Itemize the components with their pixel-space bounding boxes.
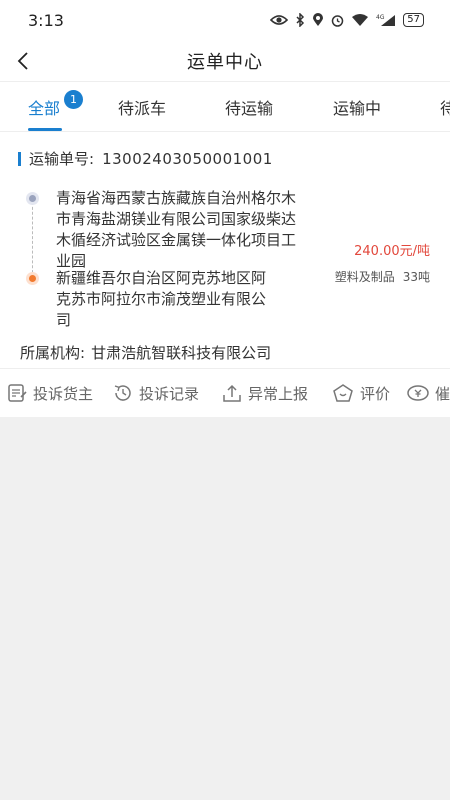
route-line xyxy=(32,202,33,278)
action-label: 投诉货主 xyxy=(33,384,94,403)
complaint-icon xyxy=(8,384,27,402)
report-exception-button[interactable]: 异常上报 xyxy=(221,382,308,404)
tab-pending-dispatch[interactable]: 待派车 xyxy=(118,82,167,131)
tab-bar: 全部 1 待派车 待运输 运输中 待 xyxy=(0,82,450,132)
freight-price: 240.00元/吨 xyxy=(354,244,430,259)
back-button[interactable] xyxy=(12,49,36,73)
destination-address: 新疆维吾尔自治区阿克苏地区阿克苏市阿拉尔市渝茂塑业有限公司 xyxy=(56,269,267,329)
signal-icon: 4G xyxy=(376,14,396,26)
wifi-icon xyxy=(352,14,369,26)
order-number-label: 运输单号: xyxy=(29,150,95,168)
nav-bar: 运单中心 xyxy=(0,40,450,82)
tab-label: 待运输 xyxy=(225,99,274,118)
tab-label: 待派车 xyxy=(118,99,167,118)
location-icon xyxy=(313,13,324,26)
destination-dot-icon xyxy=(26,272,39,285)
tab-label: 运输中 xyxy=(333,99,382,118)
tab-badge: 1 xyxy=(64,90,83,109)
tab-label: 全部 xyxy=(28,99,61,118)
origin-dot-icon xyxy=(26,192,39,205)
order-number: 运输单号: 13002403050001001 xyxy=(18,148,273,169)
action-bar: 投诉货主 投诉记录 异常上报 评价 催 xyxy=(0,368,450,418)
rating-icon xyxy=(333,384,353,402)
alarm-icon xyxy=(332,14,344,27)
tab-label: 待 xyxy=(440,95,450,119)
battery-icon: 57 xyxy=(403,13,424,27)
rate-button[interactable]: 评价 xyxy=(331,382,390,404)
origin-address: 青海省海西蒙古族藏族自治州格尔木市青海盐湖镁业有限公司国家级柴达木循经济试验区金… xyxy=(56,189,297,270)
eye-icon xyxy=(270,15,289,25)
status-bar: 3:13 4G 57 xyxy=(0,0,450,40)
bluetooth-icon xyxy=(296,13,305,27)
cargo-type: 塑料及制品 xyxy=(334,270,395,284)
tab-active-indicator xyxy=(28,128,62,131)
status-icons: 4G 57 xyxy=(270,13,424,27)
org-value: 甘肃浩航智联科技有限公司 xyxy=(91,344,272,362)
tab-more[interactable]: 待 xyxy=(440,82,450,131)
tab-all[interactable]: 全部 xyxy=(28,82,61,131)
order-card[interactable]: 运输单号: 13002403050001001 青海省海西蒙古族藏族自治州格尔木… xyxy=(0,132,450,417)
complaint-history-button[interactable]: 投诉记录 xyxy=(112,382,199,404)
org-label: 所属机构: xyxy=(20,344,86,362)
accent-bar xyxy=(18,151,21,166)
action-label: 评价 xyxy=(360,384,391,403)
history-icon xyxy=(114,385,131,401)
svg-text:4G: 4G xyxy=(376,14,385,21)
action-label: 投诉记录 xyxy=(139,384,200,403)
order-number-value: 13002403050001001 xyxy=(102,149,273,168)
money-icon xyxy=(407,385,429,401)
status-time: 3:13 xyxy=(28,10,64,30)
tab-in-transit[interactable]: 运输中 xyxy=(333,82,382,131)
page-title: 运单中心 xyxy=(187,51,263,73)
cargo-info: 塑料及制品 33吨 xyxy=(335,268,430,285)
upload-icon xyxy=(223,384,241,402)
tab-pending-transport[interactable]: 待运输 xyxy=(225,82,274,131)
cargo-weight: 33吨 xyxy=(402,270,430,284)
complain-shipper-button[interactable]: 投诉货主 xyxy=(6,382,93,404)
action-label: 异常上报 xyxy=(248,384,309,403)
action-label: 催 xyxy=(435,384,450,403)
urge-payment-button[interactable]: 催 xyxy=(406,382,450,404)
organization: 所属机构: 甘肃浩航智联科技有限公司 xyxy=(20,342,271,363)
